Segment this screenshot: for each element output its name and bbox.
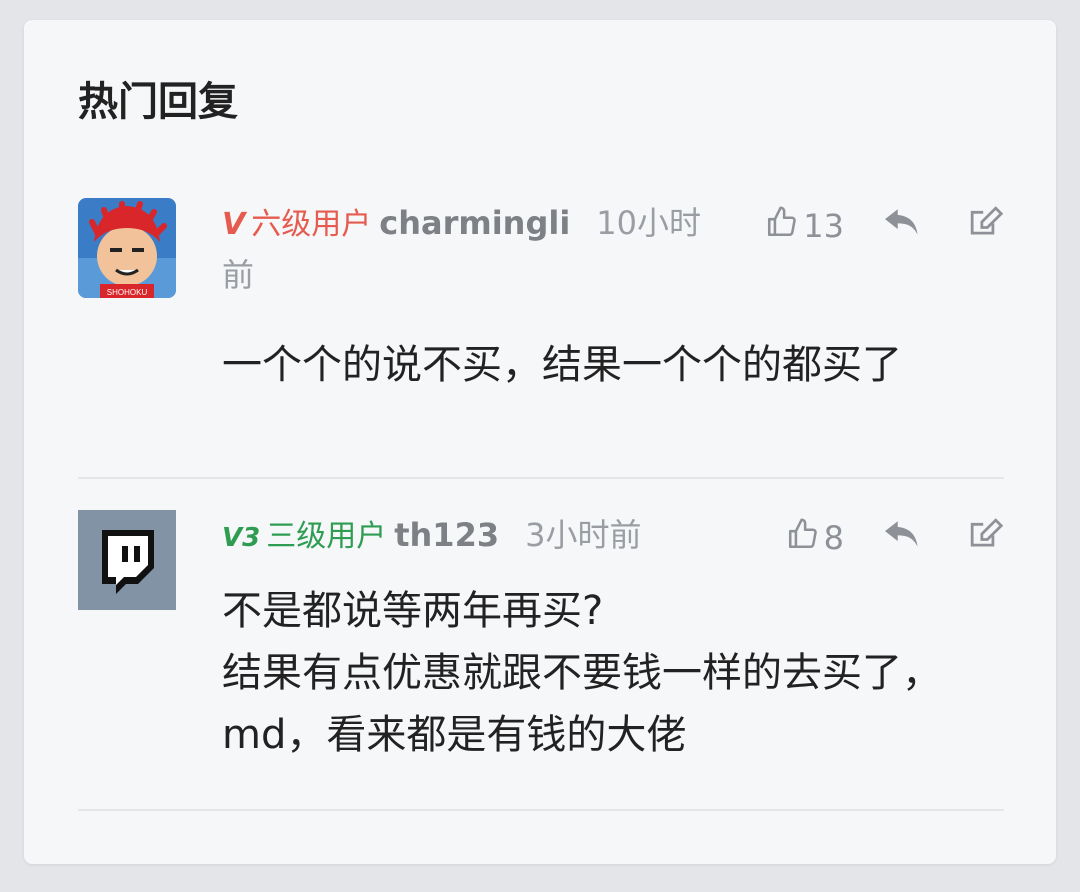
section-title: 热门回复 (78, 79, 238, 125)
reply-button[interactable] (882, 205, 922, 247)
reply-content: 一个个的说不买，结果一个个的都买了 (222, 342, 902, 388)
hot-replies-card: 热门回复 SHOHOKU V 六级用户 charmingli 10小时前 13 … (24, 20, 1056, 864)
reply-actions: 13 (765, 202, 1004, 250)
edit-icon (968, 517, 1004, 559)
divider (78, 477, 1004, 479)
edit-button[interactable] (968, 205, 1004, 247)
reply-arrow-icon (882, 517, 922, 559)
user-level-icon: V3 (222, 523, 261, 553)
edit-button[interactable] (968, 517, 1004, 559)
user-level-icon: V (222, 207, 246, 242)
like-count: 13 (803, 207, 844, 245)
divider (78, 809, 1004, 811)
like-button[interactable]: 13 (765, 205, 844, 247)
reply-item: V3 三级用户 th123 3小时前 8 不是都说等两年再买? 结果有点优惠就跟不要钱… (78, 510, 1004, 830)
reply-actions: 8 (786, 514, 1004, 562)
user-level-label: 六级用户 (251, 207, 372, 242)
reply-button[interactable] (882, 517, 922, 559)
like-count: 8 (823, 519, 844, 557)
reply-item: SHOHOKU V 六级用户 charmingli 10小时前 13 一个个的说… (78, 198, 1004, 478)
user-level-label: 三级用户 (266, 519, 387, 554)
reply-time: 3小时前 (525, 516, 642, 554)
reply-content: 不是都说等两年再买? 结果有点优惠就跟不要钱一样的去买了，md，看来都是有钱的大… (222, 588, 942, 758)
username[interactable]: th123 (394, 516, 499, 554)
reply-meta: V3 三级用户 th123 3小时前 (222, 510, 742, 563)
like-button[interactable]: 8 (786, 517, 844, 559)
reply-meta: V 六级用户 charmingli 10小时前 (222, 198, 722, 300)
reply-arrow-icon (882, 205, 922, 247)
thumbs-up-icon (765, 205, 799, 247)
user-avatar[interactable] (78, 510, 176, 610)
user-avatar[interactable]: SHOHOKU (78, 198, 176, 298)
edit-icon (968, 205, 1004, 247)
thumbs-up-icon (786, 517, 820, 559)
username[interactable]: charmingli (379, 204, 570, 242)
svg-text:SHOHOKU: SHOHOKU (107, 288, 148, 297)
